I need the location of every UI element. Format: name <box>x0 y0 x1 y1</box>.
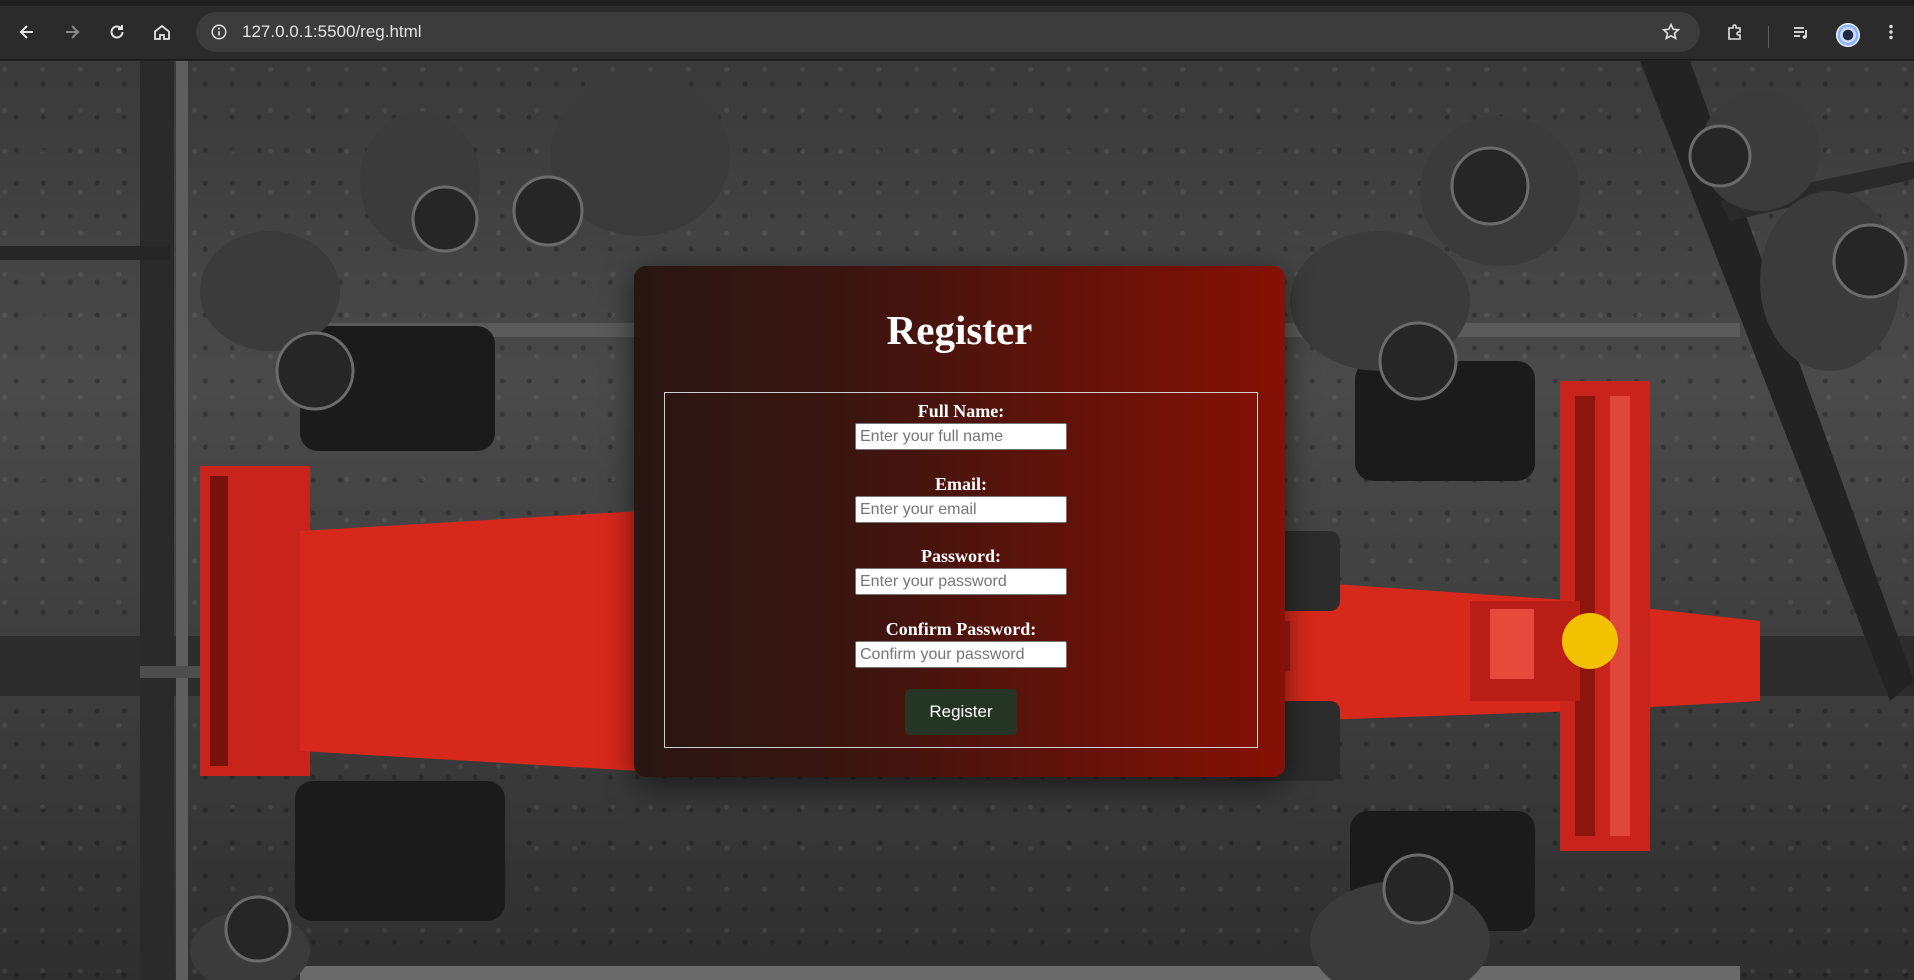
forward-icon[interactable] <box>55 15 89 49</box>
reload-icon[interactable] <box>100 15 134 49</box>
confirm-password-label: Confirm Password: <box>885 619 1037 639</box>
browser-toolbar: 127.0.0.1:5500/reg.html <box>0 6 1914 60</box>
bookmark-star-icon[interactable] <box>1656 17 1686 47</box>
site-info-icon[interactable] <box>204 17 234 47</box>
password-input[interactable] <box>855 568 1067 595</box>
toolbar-divider <box>1768 26 1769 48</box>
extensions-icon[interactable] <box>1718 15 1752 49</box>
home-icon[interactable] <box>145 15 179 49</box>
password-label: Password: <box>921 546 1001 566</box>
email-input[interactable] <box>855 496 1067 523</box>
register-form: Full Name: Email: Password: Confirm Pass… <box>664 392 1258 748</box>
address-bar[interactable]: 127.0.0.1:5500/reg.html <box>196 12 1700 52</box>
page-viewport: Register Full Name: Email: Password: Con… <box>0 61 1914 980</box>
reading-list-icon[interactable] <box>1784 15 1818 49</box>
profile-avatar[interactable] <box>1836 23 1860 47</box>
back-icon[interactable] <box>10 15 44 49</box>
email-label: Email: <box>935 474 987 494</box>
menu-kebab-icon[interactable] <box>1874 15 1908 49</box>
full-name-input[interactable] <box>855 423 1067 450</box>
full-name-label: Full Name: <box>917 401 1005 421</box>
register-button[interactable]: Register <box>905 689 1017 735</box>
register-card: Register Full Name: Email: Password: Con… <box>634 266 1285 777</box>
page-title: Register <box>886 307 1033 353</box>
url-text[interactable]: 127.0.0.1:5500/reg.html <box>242 22 422 42</box>
confirm-password-input[interactable] <box>855 641 1067 668</box>
